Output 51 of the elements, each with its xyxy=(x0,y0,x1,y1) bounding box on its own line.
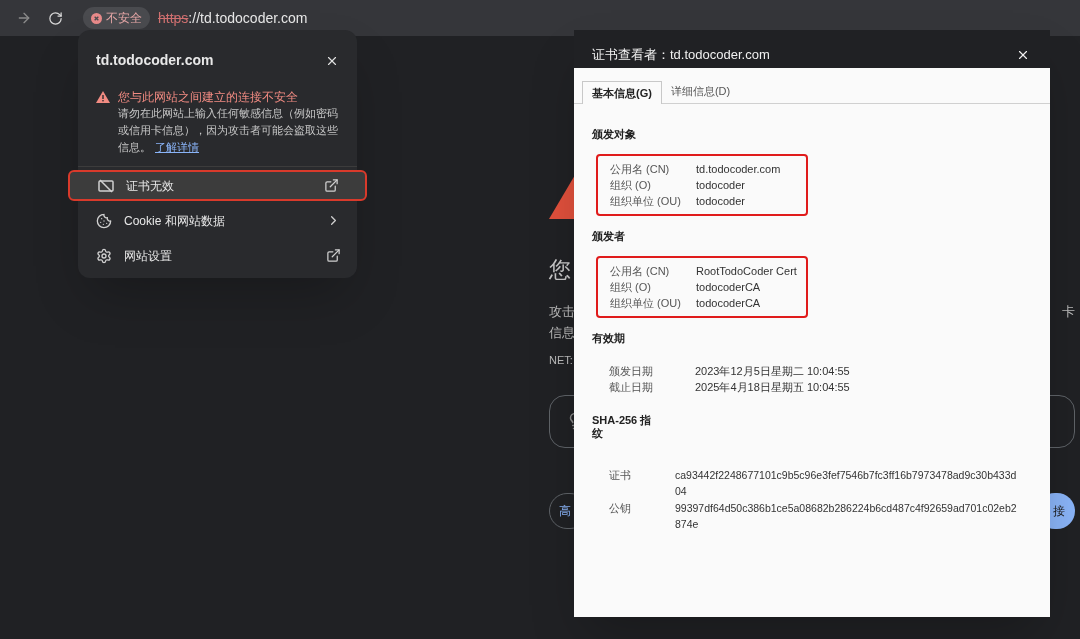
section-heading: 颁发对象 xyxy=(592,128,636,141)
field-value: todocoder xyxy=(696,178,745,193)
page-text: 信息 xyxy=(549,324,575,342)
error-icon xyxy=(91,12,102,24)
external-link-icon xyxy=(326,248,341,263)
field-label: 组织 (O) xyxy=(610,178,652,193)
warning-title: 您与此网站之间建立的连接不安全 xyxy=(118,89,299,105)
field-label: 公钥 xyxy=(609,501,632,516)
security-chip[interactable]: 不安全 xyxy=(83,7,150,29)
section-heading: 有效期 xyxy=(592,332,625,345)
external-link-icon xyxy=(324,178,339,193)
page-text: 卡 xyxy=(1062,303,1075,321)
error-code: NET: xyxy=(549,353,573,368)
field-value: ca93442f2248677101c9b5c96e3fef7546b7fc3ff16b7973478ad9c30b433d04 xyxy=(675,468,1018,499)
field-label: 组织单位 (OU) xyxy=(610,194,682,209)
settings-icon xyxy=(96,247,112,264)
field-value: todocoderCA xyxy=(696,280,761,295)
field-label: 公用名 (CN) xyxy=(610,264,671,279)
warning-icon xyxy=(96,91,110,103)
field-value: 2023年12月5日星期二 10:04:55 xyxy=(695,364,850,379)
learn-more-link[interactable]: 了解详情 xyxy=(155,141,199,153)
popup-title: td.todocoder.com xyxy=(96,51,214,70)
page-heading: 您 xyxy=(549,256,571,284)
field-value: 99397df64d50c386b1ce5a08682b286224b6cd487c4f92659ad701c02eb2874e xyxy=(675,501,1018,532)
popup-menu-item[interactable]: 网站设置 xyxy=(78,240,357,271)
field-value: todocoderCA xyxy=(696,296,761,311)
section-heading: 颁发者 xyxy=(592,230,625,243)
dialog-tab[interactable]: 基本信息(G) xyxy=(582,81,662,104)
field-value: td.todocoder.com xyxy=(696,162,781,177)
warning-text: 请勿在此网站上输入任何敏感信息（例如密码或信用卡信息），因为攻击者可能会盗取这些信息。 了解详情 xyxy=(118,106,339,155)
url-text[interactable]: https://td.todocoder.com xyxy=(158,7,308,29)
reload-icon[interactable] xyxy=(48,10,63,26)
field-label: 截止日期 xyxy=(609,380,654,395)
dialog-tab[interactable]: 详细信息(D) xyxy=(661,80,740,103)
field-label: 公用名 (CN) xyxy=(610,162,671,177)
popup-menu-item[interactable]: 证书无效 xyxy=(68,170,367,201)
field-value: 2025年4月18日星期五 10:04:55 xyxy=(695,380,850,395)
crossed-card-icon xyxy=(98,178,114,193)
page-text: 攻击 xyxy=(549,303,575,321)
field-label: 颁发日期 xyxy=(609,364,654,379)
field-value: RootTodoCoder Cert xyxy=(696,264,797,279)
dialog-title: 证书查看者：td.todocoder.com xyxy=(592,45,770,64)
close-icon[interactable] xyxy=(1016,48,1030,62)
forward-icon[interactable] xyxy=(16,10,32,26)
section-heading: SHA-256 指纹 xyxy=(592,414,653,440)
field-label: 组织 (O) xyxy=(610,280,652,295)
field-value: todocoder xyxy=(696,194,745,209)
field-label: 证书 xyxy=(609,468,632,483)
cookie-icon xyxy=(96,212,112,229)
field-label: 组织单位 (OU) xyxy=(610,296,682,311)
popup-menu-item[interactable]: Cookie 和网站数据 xyxy=(78,205,357,236)
